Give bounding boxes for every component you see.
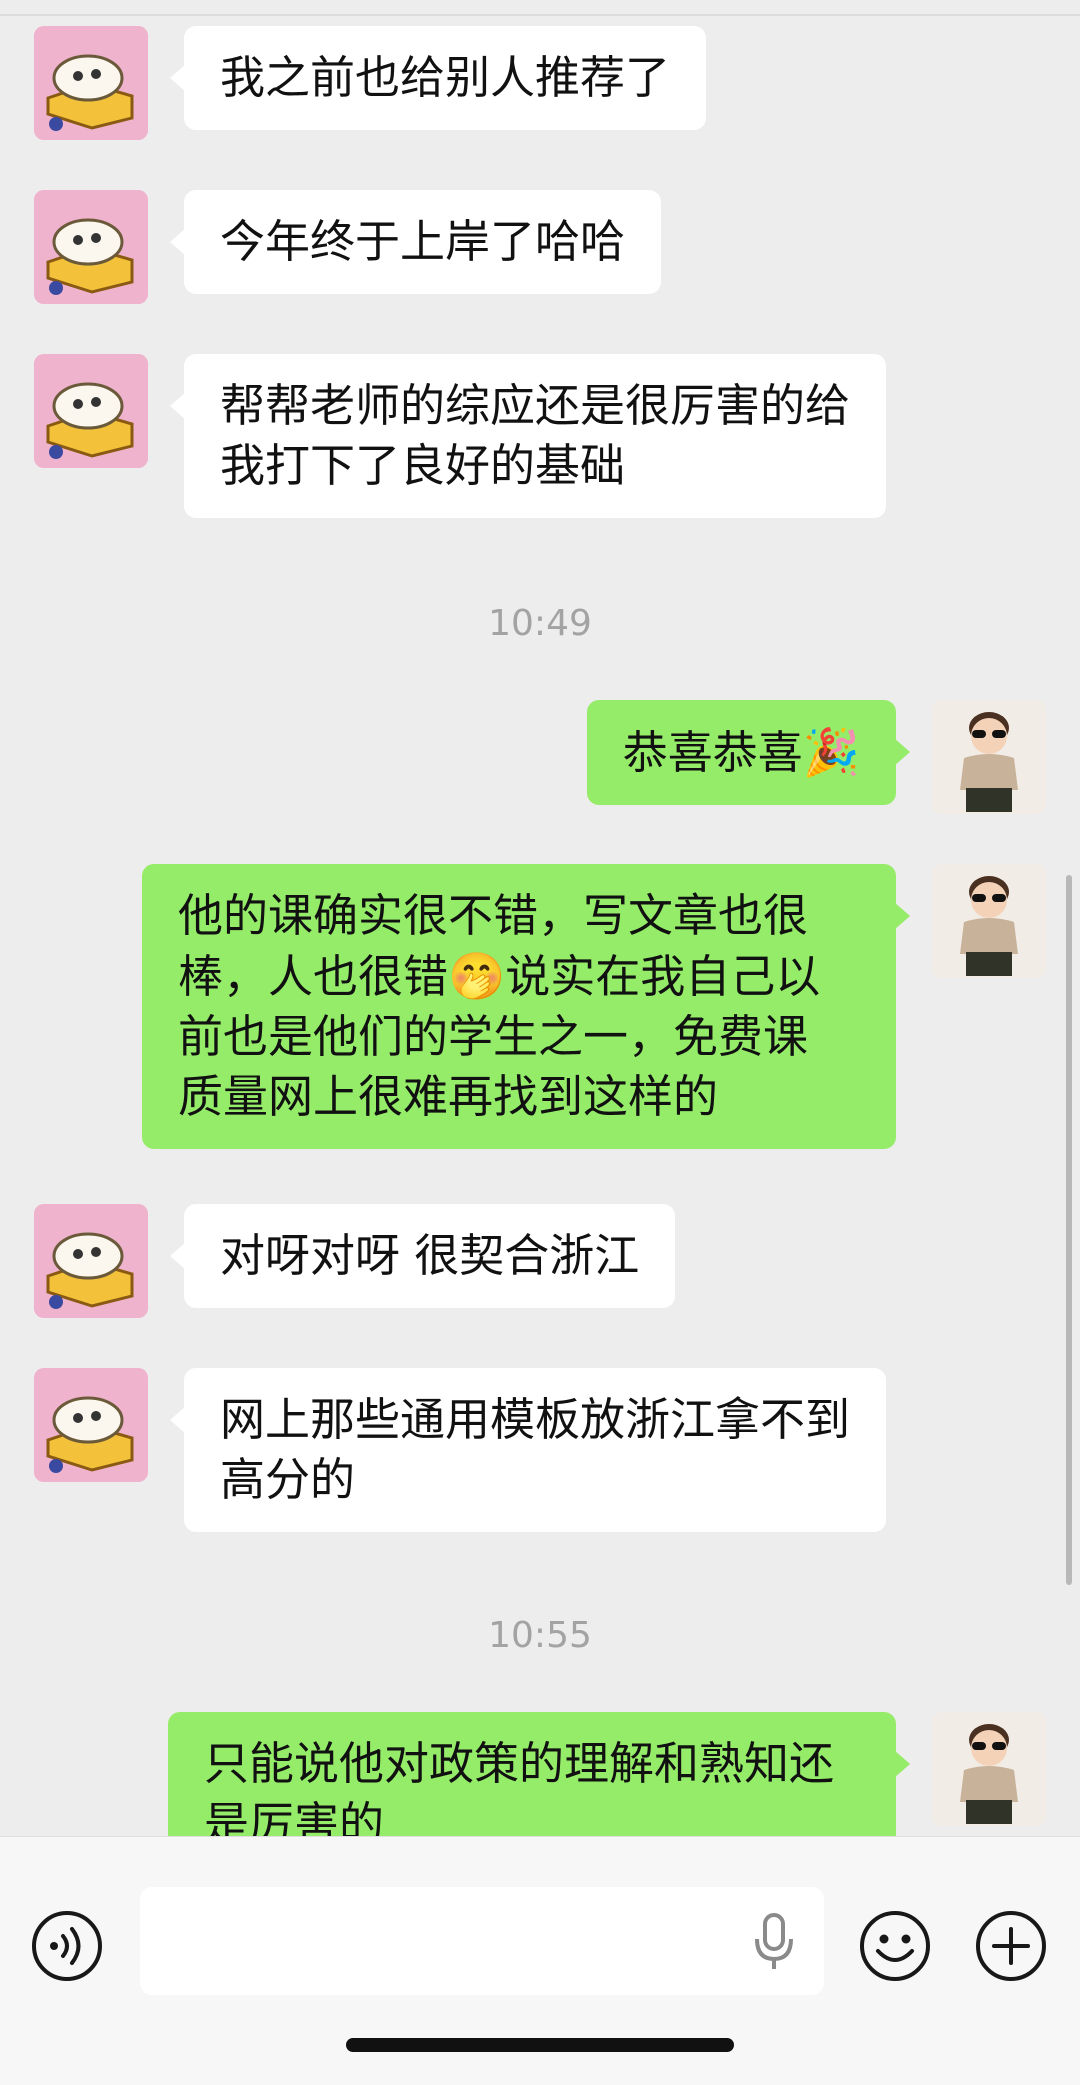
- incoming-message-bubble[interactable]: 对呀对呀 很契合浙江: [169, 1204, 676, 1308]
- timestamp: 10:49: [488, 603, 592, 644]
- voice-toggle-icon: [32, 1911, 102, 1981]
- outgoing-message-bubble[interactable]: 恭喜恭喜🎉: [586, 700, 911, 805]
- plus-icon: [976, 1911, 1046, 1981]
- message-text: 恭喜恭喜: [622, 726, 803, 779]
- toast-sticker-avatar-icon: [34, 190, 148, 304]
- top-divider: [0, 14, 1080, 16]
- contact-avatar[interactable]: [34, 26, 148, 140]
- my-avatar[interactable]: [932, 864, 1046, 978]
- toast-sticker-avatar-icon: [34, 354, 148, 468]
- microphone-button[interactable]: [750, 1909, 798, 1973]
- voice-toggle-button[interactable]: [30, 1909, 104, 1983]
- contact-avatar[interactable]: [34, 354, 148, 468]
- party-popper-emoji-icon: 🎉: [802, 725, 860, 779]
- contact-avatar[interactable]: [34, 1368, 148, 1482]
- outgoing-message-bubble[interactable]: 他的课确实很不错，写文章也很 棒，人也很错🤭说实在我自己以 前也是他们的学生之一…: [142, 864, 910, 1149]
- contact-avatar[interactable]: [34, 1204, 148, 1318]
- smiley-face-icon: [860, 1911, 930, 1981]
- toast-sticker-avatar-icon: [34, 26, 148, 140]
- incoming-message-bubble[interactable]: 今年终于上岸了哈哈: [169, 190, 662, 294]
- emoji-button[interactable]: [858, 1909, 932, 1983]
- toast-sticker-avatar-icon: [34, 1204, 148, 1318]
- timestamp: 10:55: [488, 1615, 592, 1656]
- thinking-face-emoji-icon: 🤭: [448, 949, 506, 1003]
- home-indicator[interactable]: [346, 2038, 734, 2052]
- chat-message-list[interactable]: 我之前也给别人推荐了 今年终于上岸了哈哈 帮帮老师的综应还是很厉害的给 我打下了…: [0, 0, 1080, 1836]
- my-avatar[interactable]: [932, 1712, 1046, 1826]
- boy-with-sunglasses-avatar-icon: [932, 864, 1046, 978]
- message-input[interactable]: [140, 1887, 824, 1995]
- incoming-message-bubble[interactable]: 我之前也给别人推荐了: [169, 26, 707, 130]
- contact-avatar[interactable]: [34, 190, 148, 304]
- outgoing-message-bubble[interactable]: 只能说他对政策的理解和熟知还 是厉害的: [168, 1712, 910, 1836]
- boy-with-sunglasses-avatar-icon: [932, 700, 1046, 814]
- microphone-icon: [755, 1913, 793, 1969]
- boy-with-sunglasses-avatar-icon: [932, 1712, 1046, 1826]
- more-options-button[interactable]: [974, 1909, 1048, 1983]
- incoming-message-bubble[interactable]: 帮帮老师的综应还是很厉害的给 我打下了良好的基础: [169, 354, 887, 518]
- scrollbar[interactable]: [1066, 875, 1072, 1585]
- my-avatar[interactable]: [932, 700, 1046, 814]
- incoming-message-bubble[interactable]: 网上那些通用模板放浙江拿不到 高分的: [169, 1368, 887, 1532]
- toast-sticker-avatar-icon: [34, 1368, 148, 1482]
